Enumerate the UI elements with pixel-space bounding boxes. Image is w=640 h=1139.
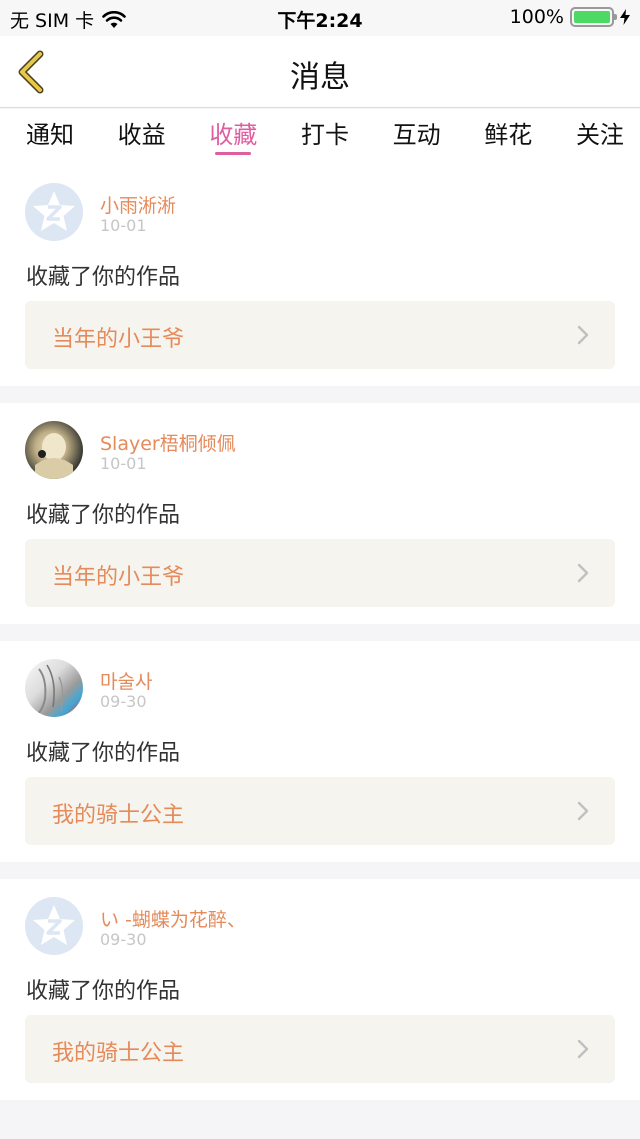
user-name[interactable]: Slayer梧桐倾佩 [100, 429, 236, 456]
message-date: 10-01 [100, 216, 147, 235]
message-text: 收藏了你的作品 [26, 503, 181, 528]
chevron-right-icon [577, 801, 589, 821]
tab-bar: 通知 收益 收藏 打卡 互动 鲜花 关注 [0, 109, 640, 165]
work-title: 我的骑士公主 [52, 803, 185, 828]
list-item: 小雨淅淅 10-01 收藏了你的作品 当年的小王爷 [0, 165, 640, 386]
nav-bar: 消息 [0, 36, 640, 108]
chevron-right-icon [577, 325, 589, 345]
anime-avatar-icon [36, 664, 64, 716]
chevron-right-icon [577, 563, 589, 583]
avatar[interactable] [25, 421, 83, 479]
work-link[interactable]: 当年的小王爷 [25, 301, 615, 369]
tab-flowers[interactable]: 鲜花 [484, 109, 532, 165]
work-link[interactable]: 我的骑士公主 [25, 1015, 615, 1083]
qq-default-avatar-icon [33, 905, 75, 945]
message-date: 09-30 [100, 930, 147, 949]
list-item: い -蝴蝶为花醉、 09-30 收藏了你的作品 我的骑士公主 [0, 879, 640, 1100]
tab-interactions[interactable]: 互动 [393, 109, 441, 165]
qq-default-avatar-icon [33, 191, 75, 231]
avatar[interactable] [25, 897, 83, 955]
chevron-right-icon [577, 1039, 589, 1059]
tab-checkin[interactable]: 打卡 [301, 109, 349, 165]
message-text: 收藏了你的作品 [26, 741, 181, 766]
anime-avatar-icon [35, 433, 73, 479]
tab-following[interactable]: 关注 [576, 109, 624, 165]
user-name[interactable]: 小雨淅淅 [100, 191, 176, 218]
work-link[interactable]: 我的骑士公主 [25, 777, 615, 845]
message-text: 收藏了你的作品 [26, 265, 181, 290]
work-title: 当年的小王爷 [52, 327, 185, 352]
tab-notifications[interactable]: 通知 [26, 109, 74, 165]
battery-percent: 100% [509, 6, 564, 28]
battery-group: 100% [510, 6, 630, 28]
avatar[interactable] [25, 659, 83, 717]
status-bar: 无 SIM 卡 下午2:24 100% [0, 0, 640, 36]
list-item: Slayer梧桐倾佩 10-01 收藏了你的作品 当年的小王爷 [0, 403, 640, 624]
battery-icon [570, 7, 617, 27]
list-item: 마술사 09-30 收藏了你的作品 我的骑士公主 [0, 641, 640, 862]
tab-earnings[interactable]: 收益 [118, 109, 166, 165]
message-text: 收藏了你的作品 [26, 979, 181, 1004]
user-name[interactable]: い -蝴蝶为花醉、 [100, 905, 246, 932]
avatar[interactable] [25, 183, 83, 241]
user-name[interactable]: 마술사 [100, 667, 152, 694]
work-title: 我的骑士公主 [52, 1041, 185, 1066]
message-date: 10-01 [100, 454, 147, 473]
message-list: 小雨淅淅 10-01 收藏了你的作品 当年的小王爷 Slayer梧桐倾佩 10-… [0, 165, 640, 1100]
work-title: 当年的小王爷 [52, 565, 185, 590]
page-title: 消息 [290, 60, 350, 95]
work-link[interactable]: 当年的小王爷 [25, 539, 615, 607]
message-date: 09-30 [100, 692, 147, 711]
tab-favorites[interactable]: 收藏 [209, 109, 257, 165]
charging-bolt-icon [620, 9, 630, 25]
